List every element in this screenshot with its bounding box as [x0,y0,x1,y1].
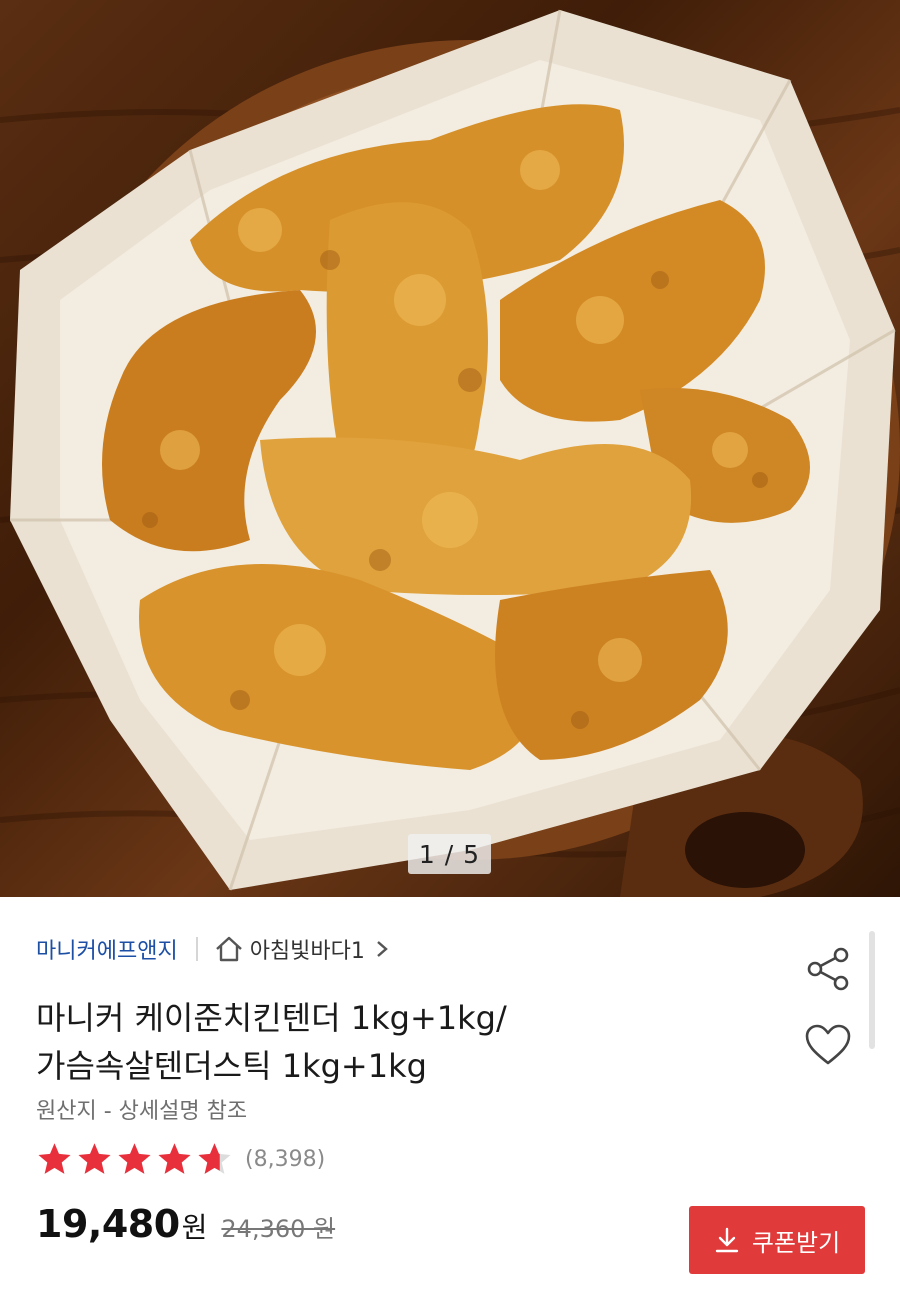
product-title: 마니커 케이준치킨텐더 1kg+1kg/ 가슴속살텐더스틱 1kg+1kg [36,994,776,1090]
rating-stars [36,1141,233,1177]
star-icon [158,1143,191,1174]
star-icon [78,1143,111,1174]
seller-link[interactable]: 마니커에프앤지 [36,933,178,965]
share-icon[interactable] [804,945,852,993]
seller-row: 마니커에프앤지 아침빛바다1 [36,932,389,966]
sale-price: 19,480 [36,1202,180,1246]
image-pager: 1 / 5 [408,834,491,874]
product-info-panel: 마니커에프앤지 아침빛바다1 마니커 케이준치킨텐더 1kg+1kg/ 가슴속살… [0,897,900,1296]
heart-icon[interactable] [804,1023,852,1067]
price-row: 19,480 원 24,360 원 [36,1202,335,1254]
origin-info: 원산지 - 상세설명 참조 [36,1099,248,1124]
product-title-line1: 마니커 케이준치킨텐더 1kg+1kg/ [36,999,507,1037]
star-icon [38,1143,71,1174]
product-image-carousel[interactable]: 1 / 5 [0,0,900,897]
home-icon [215,936,242,962]
price-unit: 원 [181,1211,208,1244]
review-count: (8,398) [245,1146,326,1172]
original-price: 24,360 원 [221,1215,336,1243]
scrollbar[interactable] [869,931,875,1049]
star-half-icon [198,1143,231,1174]
chevron-right-icon [377,941,388,957]
coupon-label: 쿠폰받기 [751,1228,841,1257]
coupon-button[interactable]: 쿠폰받기 [689,1206,865,1274]
download-icon [715,1227,739,1253]
product-title-line2: 가슴속살텐더스틱 1kg+1kg [36,1047,427,1085]
store-name: 아침빛바다1 [249,939,365,964]
fried-chicken-photo [0,9,900,897]
store-link[interactable]: 아침빛바다1 [214,933,389,965]
rating-row[interactable]: (8,398) [36,1141,325,1177]
divider [195,937,198,961]
star-icon [118,1143,151,1174]
